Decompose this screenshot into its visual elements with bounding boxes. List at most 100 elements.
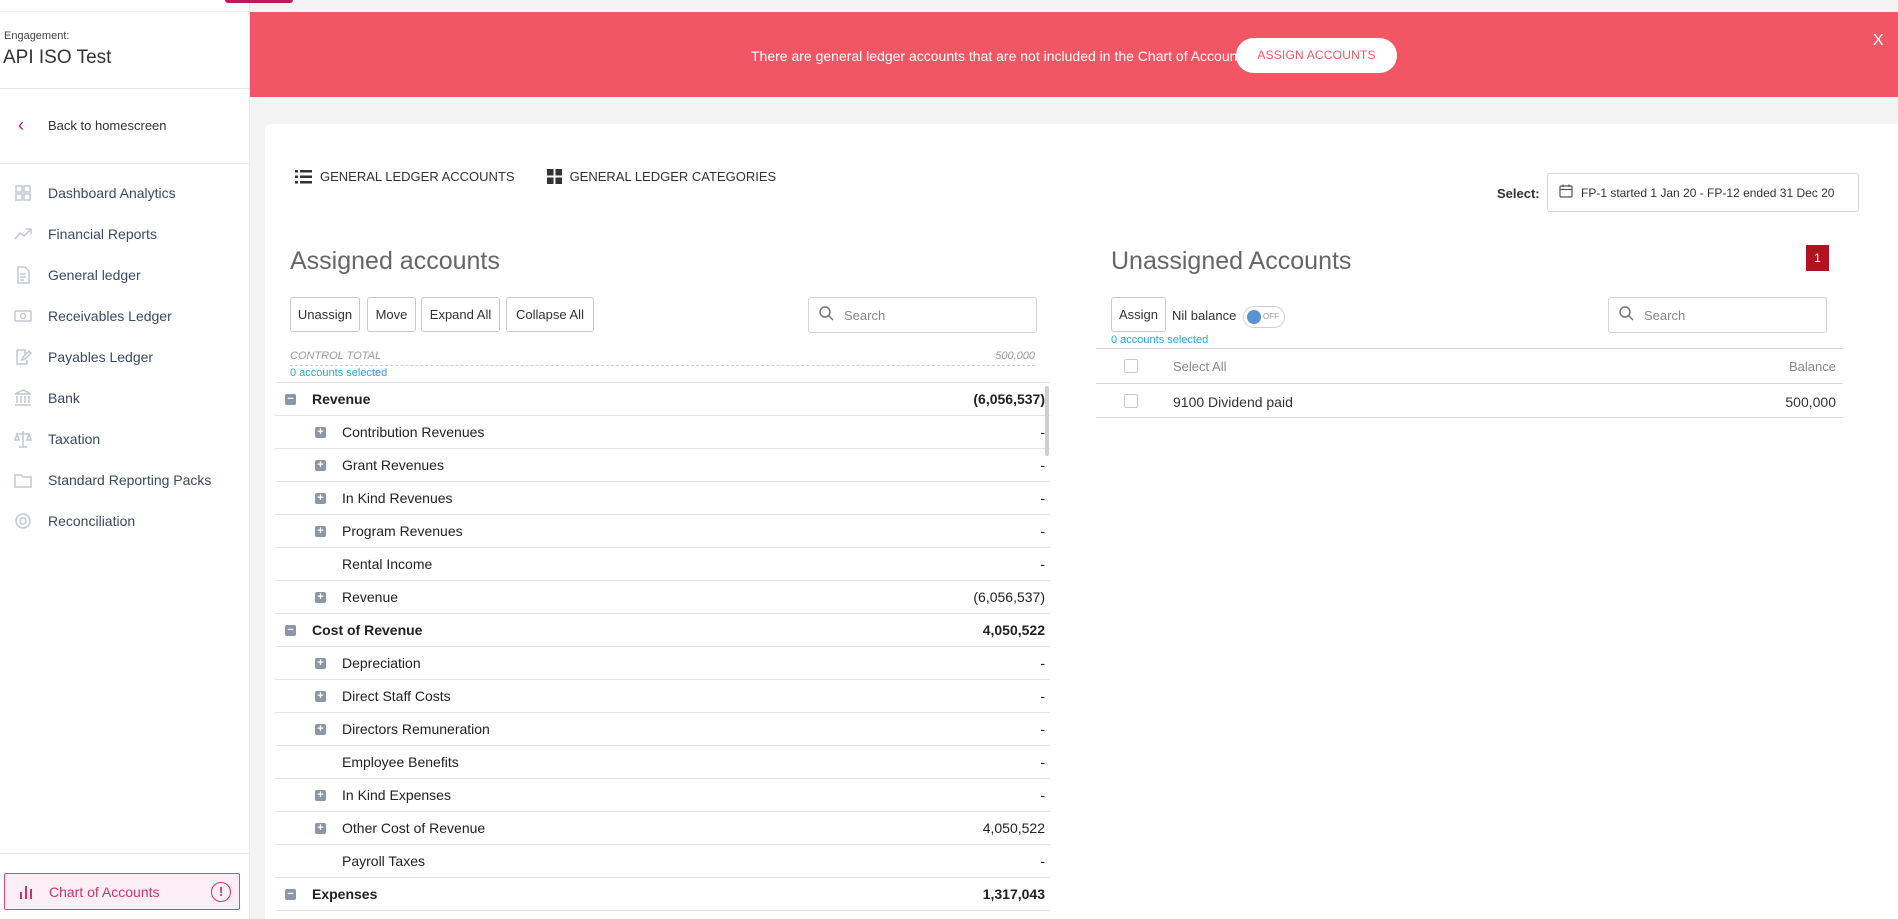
tree-row[interactable]: Rental Income -	[275, 548, 1050, 581]
sidebar-item-reconciliation[interactable]: Reconciliation	[0, 500, 250, 541]
unassigned-search-input[interactable]: Search	[1608, 297, 1827, 333]
assigned-accounts-tree: − Revenue (6,056,537) + Contribution Revenu…	[275, 382, 1050, 911]
row-amount: -	[1040, 787, 1045, 803]
tree-row[interactable]: + Grant Revenues -	[275, 449, 1050, 482]
top-tab-indicator	[225, 0, 293, 3]
assigned-selected-count: 0 accounts selected	[290, 367, 388, 379]
expand-icon[interactable]: +	[315, 823, 326, 834]
control-total-value: 500,000	[995, 350, 1035, 362]
tree-row[interactable]: + Directors Remuneration -	[275, 713, 1050, 746]
search-icon	[1619, 306, 1644, 324]
row-label: Revenue	[342, 589, 399, 605]
row-checkbox[interactable]	[1124, 394, 1138, 408]
document-icon	[14, 265, 48, 284]
row-label: Grant Revenues	[342, 457, 444, 473]
back-to-homescreen-link[interactable]: ‹ Back to homescreen	[18, 116, 167, 134]
select-all-label: Select All	[1173, 359, 1227, 374]
tree-row[interactable]: − Revenue (6,056,537)	[275, 383, 1050, 416]
expand-icon[interactable]: +	[315, 724, 326, 735]
expand-icon[interactable]: +	[315, 691, 326, 702]
row-label: Directors Remuneration	[342, 721, 490, 737]
row-label: Depreciation	[342, 655, 421, 671]
bank-icon	[14, 388, 48, 407]
collapse-icon[interactable]: −	[285, 625, 296, 636]
main-card: GENERAL LEDGER ACCOUNTS GENERAL LEDGER C…	[265, 124, 1898, 919]
select-all-checkbox[interactable]	[1124, 359, 1138, 373]
search-placeholder: Search	[1644, 307, 1686, 323]
tree-row[interactable]: Employee Benefits -	[275, 746, 1050, 779]
tree-row[interactable]: + Direct Staff Costs -	[275, 680, 1050, 713]
toggle-knob	[1247, 310, 1261, 324]
row-amount: -	[1040, 754, 1045, 770]
close-icon[interactable]: X	[1873, 32, 1884, 50]
sidebar-item-general-ledger[interactable]: General ledger	[0, 254, 250, 295]
tree-row[interactable]: − Expenses 1,317,043	[275, 878, 1050, 911]
row-label: Revenue	[312, 391, 371, 407]
alert-message: There are general ledger accounts that a…	[751, 48, 1249, 64]
period-select[interactable]: FP-1 started 1 Jan 20 - FP-12 ended 31 D…	[1547, 173, 1859, 212]
tree-row[interactable]: + Revenue (6,056,537)	[275, 581, 1050, 614]
tree-row[interactable]: + Depreciation -	[275, 647, 1050, 680]
tree-row[interactable]: + Program Revenues -	[275, 515, 1050, 548]
tab-general-ledger-accounts[interactable]: GENERAL LEDGER ACCOUNTS	[295, 169, 515, 184]
sidebar-item-taxation[interactable]: Taxation	[0, 418, 250, 459]
row-amount: (6,056,537)	[973, 391, 1045, 407]
expand-icon[interactable]: +	[315, 658, 326, 669]
folder-icon	[14, 471, 48, 489]
tree-row[interactable]: + Contribution Revenues -	[275, 416, 1050, 449]
control-total-label: CONTROL TOTAL	[290, 350, 382, 362]
tree-row[interactable]: + In Kind Expenses -	[275, 779, 1050, 812]
collapse-icon[interactable]: −	[285, 889, 296, 900]
expand-icon[interactable]: +	[315, 493, 326, 504]
row-amount: -	[1040, 688, 1045, 704]
table-row[interactable]: 9100 Dividend paid 500,000	[1096, 384, 1843, 418]
assign-button[interactable]: Assign	[1111, 297, 1166, 332]
tab-label: GENERAL LEDGER ACCOUNTS	[320, 169, 515, 184]
assign-accounts-button[interactable]: ASSIGN ACCOUNTS	[1236, 38, 1397, 73]
row-label: In Kind Revenues	[342, 490, 453, 506]
search-placeholder: Search	[844, 307, 886, 323]
sidebar-item-payables-ledger[interactable]: Payables Ledger	[0, 336, 250, 377]
money-icon	[14, 307, 48, 325]
sidebar-item-label: Chart of Accounts	[49, 883, 160, 900]
back-label: Back to homescreen	[48, 117, 167, 133]
balance-header: Balance	[1789, 359, 1836, 374]
tree-row[interactable]: Payroll Taxes -	[275, 845, 1050, 878]
expand-icon[interactable]: +	[315, 427, 326, 438]
sidebar-item-chart-of-accounts[interactable]: Chart of Accounts !	[4, 873, 240, 910]
row-label: Cost of Revenue	[312, 622, 423, 638]
unassign-button[interactable]: Unassign	[290, 297, 360, 332]
collapse-icon[interactable]: −	[285, 394, 296, 405]
row-amount: -	[1040, 490, 1045, 506]
expand-icon[interactable]: +	[315, 592, 326, 603]
row-label: Program Revenues	[342, 523, 463, 539]
move-button[interactable]: Move	[367, 297, 416, 332]
sidebar: Engagement: API ISO Test ‹ Back to homes…	[0, 0, 293, 919]
tree-row[interactable]: − Cost of Revenue 4,050,522	[275, 614, 1050, 647]
chevron-left-icon: ‹	[18, 115, 24, 135]
expand-icon[interactable]: +	[315, 460, 326, 471]
nil-balance-toggle[interactable]: OFF	[1243, 306, 1285, 328]
tab-general-ledger-categories[interactable]: GENERAL LEDGER CATEGORIES	[546, 169, 776, 184]
sidebar-item-label: Payables Ledger	[48, 348, 154, 365]
bar-chart-icon	[19, 884, 49, 900]
collapse-all-button[interactable]: Collapse All	[506, 297, 594, 332]
expand-icon[interactable]: +	[315, 526, 326, 537]
divider	[0, 853, 250, 854]
period-select-label: Select:	[1497, 186, 1540, 201]
expand-all-button[interactable]: Expand All	[421, 297, 500, 332]
row-amount: 1,317,043	[982, 886, 1045, 902]
sidebar-item-bank[interactable]: Bank	[0, 377, 250, 418]
expand-icon[interactable]: +	[315, 790, 326, 801]
assigned-search-input[interactable]: Search	[808, 297, 1037, 333]
sidebar-item-receivables-ledger[interactable]: Receivables Ledger	[0, 295, 250, 336]
sidebar-item-label: Financial Reports	[48, 225, 157, 242]
tree-scrollbar[interactable]	[1045, 386, 1049, 456]
row-label: Payroll Taxes	[342, 853, 426, 869]
sidebar-item-standard-reporting-packs[interactable]: Standard Reporting Packs	[0, 459, 250, 500]
tree-row[interactable]: + In Kind Revenues -	[275, 482, 1050, 515]
sidebar-item-financial-reports[interactable]: Financial Reports	[0, 213, 250, 254]
sidebar-item-dashboard-analytics[interactable]: Dashboard Analytics	[0, 172, 250, 213]
row-label: Rental Income	[342, 556, 433, 572]
tree-row[interactable]: + Other Cost of Revenue 4,050,522	[275, 812, 1050, 845]
